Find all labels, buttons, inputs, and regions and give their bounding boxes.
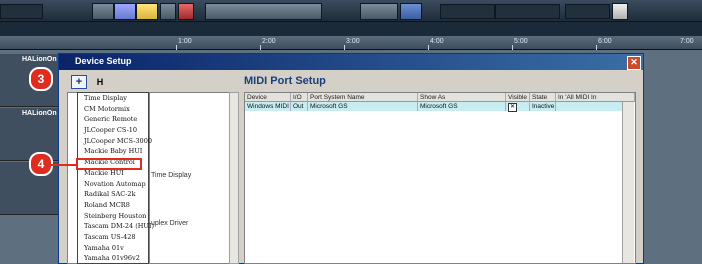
- ruler-marker: 7:00: [680, 38, 694, 45]
- menu-item-steinberg-houston[interactable]: Steinberg Houston: [78, 211, 148, 222]
- column-header[interactable]: State: [530, 93, 556, 102]
- column-header[interactable]: Visible: [506, 93, 530, 102]
- track-header[interactable]: HALionOn: [0, 108, 62, 161]
- table-header: Device I/O Port System Name Show As Visi…: [245, 93, 635, 102]
- menu-item-tascam-us428[interactable]: Tascam US-428: [78, 232, 148, 243]
- quantize-dropdown[interactable]: [495, 4, 560, 19]
- tool-button[interactable]: [136, 3, 158, 20]
- ruler-marker: 6:00: [598, 38, 612, 45]
- record-button[interactable]: [178, 3, 194, 20]
- device-list-label: Time Display: [151, 172, 192, 179]
- column-header[interactable]: I/O: [291, 93, 308, 102]
- add-device-button[interactable]: +: [71, 75, 87, 89]
- dialog-title: Device Setup: [75, 56, 132, 66]
- device-list-scrollbar[interactable]: [229, 92, 239, 264]
- ruler-marker: 2:00: [262, 38, 276, 45]
- toolbar: [0, 0, 702, 22]
- visible-checkbox[interactable]: ✕: [508, 103, 517, 112]
- menu-item-roland-mcr8[interactable]: Roland MCR8: [78, 200, 148, 211]
- snap-toggle[interactable]: [360, 3, 398, 20]
- ruler-marker: 4:00: [430, 38, 444, 45]
- menu-item-novation-automap[interactable]: Novation Automap: [78, 179, 148, 190]
- menu-item-cm-motormix[interactable]: CM Motormix: [78, 104, 148, 115]
- menu-item-time-display[interactable]: Time Display: [78, 93, 148, 104]
- cell-device: Windows MIDI: [245, 102, 291, 111]
- ruler-marker: 3:00: [346, 38, 360, 45]
- step-4-pointer: [50, 164, 78, 166]
- device-setup-dialog: Device Setup ✕ + H Time Display uplex Dr…: [58, 53, 644, 264]
- color-dropdown[interactable]: [565, 4, 610, 19]
- track-name: HALionOn: [22, 110, 57, 117]
- dialog-title-bar[interactable]: Device Setup ✕: [59, 54, 643, 70]
- ruler-marker: 1:00: [178, 38, 192, 45]
- table-scrollbar[interactable]: [622, 102, 634, 263]
- column-header[interactable]: Port System Name: [308, 93, 418, 102]
- cell-show-as[interactable]: Microsoft GS: [418, 102, 506, 111]
- tool-button[interactable]: [92, 3, 114, 20]
- tool-button[interactable]: [160, 3, 176, 20]
- timeline-ruler[interactable]: 1:00 2:00 3:00 4:00 5:00 6:00 7:00: [0, 36, 702, 50]
- menu-item-tascam-dm24[interactable]: Tascam DM-24 (HUI): [78, 221, 154, 232]
- menu-item-yamaha-01v[interactable]: Yamaha 01v: [78, 243, 148, 254]
- menu-item-mackie-baby-hui[interactable]: Mackie Baby HUI: [78, 146, 148, 157]
- menu-item-jlcooper-cs10[interactable]: JLCooper CS-10: [78, 125, 148, 136]
- mackie-control-highlight: [76, 158, 142, 170]
- tools-group[interactable]: [205, 3, 322, 20]
- tool-button[interactable]: [114, 3, 136, 20]
- snap-button[interactable]: [400, 3, 422, 20]
- cell-state: Inactive: [532, 102, 556, 111]
- step-badge-3: 3: [29, 67, 53, 91]
- cell-all-midi-in[interactable]: [556, 102, 623, 111]
- track-name: HALionOn: [22, 56, 57, 63]
- remove-device-button[interactable]: H: [93, 75, 107, 89]
- column-header[interactable]: Device: [245, 93, 291, 102]
- cell-port-name: Microsoft GS: [308, 102, 418, 111]
- section-title: MIDI Port Setup: [244, 75, 326, 87]
- color-button[interactable]: [612, 3, 628, 20]
- menu-item-jlcooper-mcs3000[interactable]: JLCooper MCS-3000: [78, 136, 152, 147]
- column-header[interactable]: Show As: [418, 93, 506, 102]
- device-type-menu: Time Display CM Motormix Generic Remote …: [77, 92, 154, 264]
- menu-item-yamaha-01v96v2[interactable]: Yamaha 01v96v2: [78, 253, 148, 264]
- ruler-marker: 5:00: [514, 38, 528, 45]
- cell-visible: ✕: [506, 102, 530, 112]
- cell-io: Out: [291, 102, 308, 111]
- menu-item-radikal-sac2k[interactable]: Radikal SAC-2k: [78, 189, 148, 200]
- menu-item-generic-remote[interactable]: Generic Remote: [78, 114, 148, 125]
- column-header[interactable]: In 'All MIDI In: [556, 93, 635, 102]
- touch-mode-dropdown[interactable]: [0, 4, 43, 19]
- midi-port-table: Device I/O Port System Name Show As Visi…: [244, 92, 636, 264]
- table-row[interactable]: Windows MIDI Out Microsoft GS Microsoft …: [245, 102, 623, 112]
- grid-dropdown[interactable]: [440, 4, 495, 19]
- close-button[interactable]: ✕: [627, 56, 641, 70]
- device-list-label: uplex Driver: [151, 220, 189, 227]
